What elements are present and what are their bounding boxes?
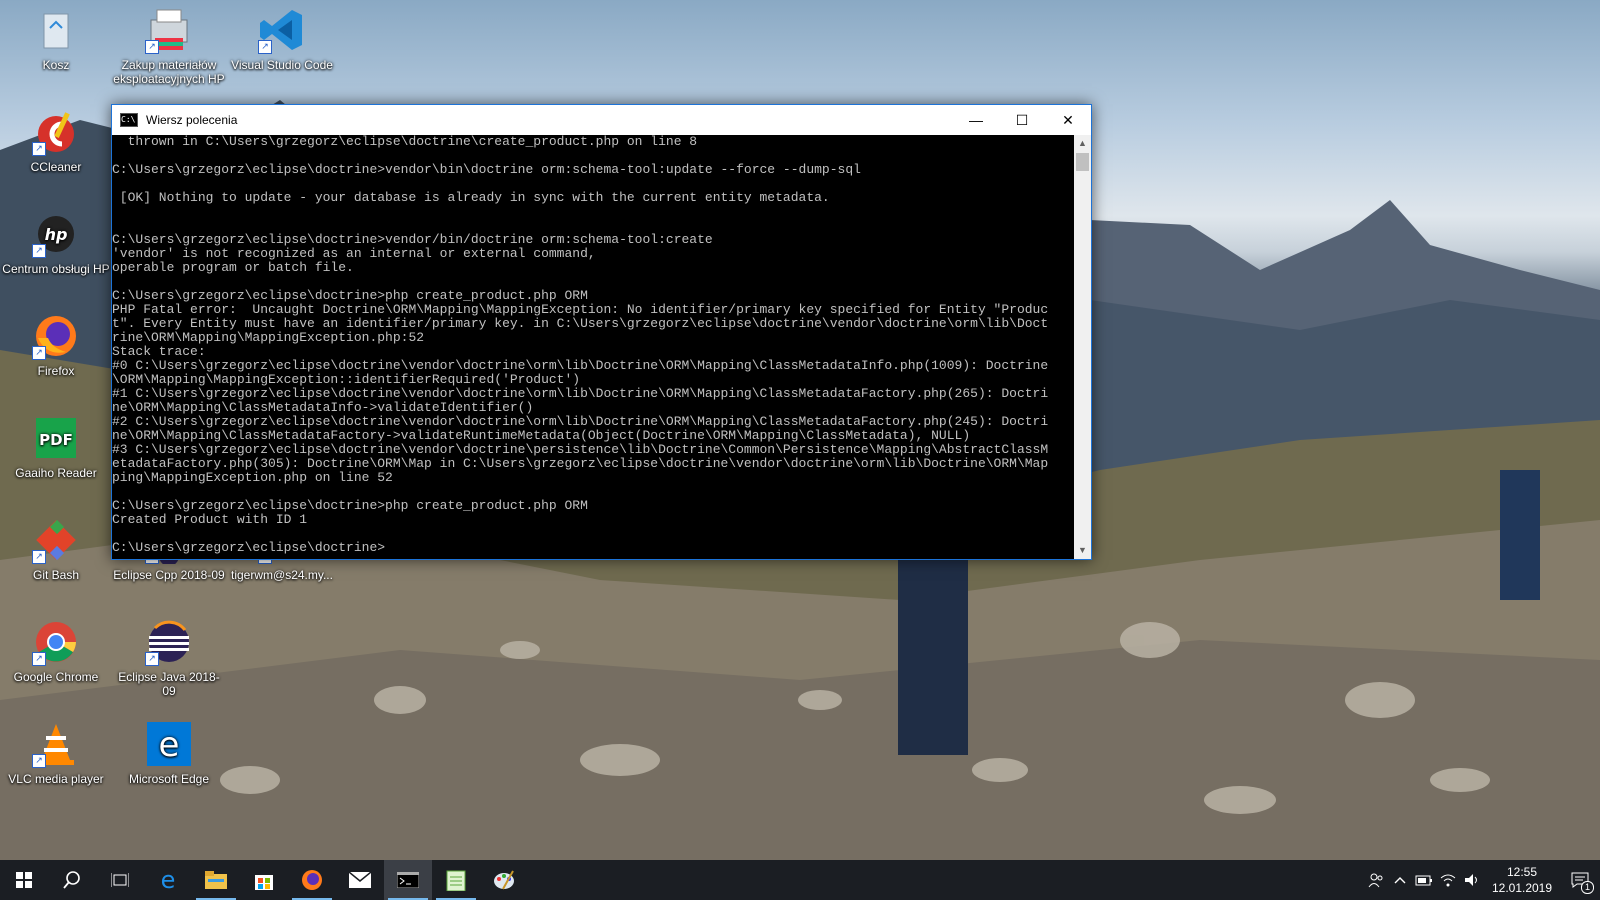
firefox-icon: ↗ [32, 312, 80, 360]
desktop-icon-label: VLC media player [8, 772, 104, 786]
wifi-icon[interactable] [1436, 860, 1460, 900]
eclipse-icon: ↗ [145, 618, 193, 666]
desktop-icon-hp-supplies[interactable]: ↗ Zakup materiałów eksploatacyjnych HP [113, 6, 225, 86]
clock-time: 12:55 [1506, 865, 1538, 879]
desktop-icon-label: Centrum obsługi HP [2, 262, 110, 276]
taskbar-firefox[interactable] [288, 860, 336, 900]
taskbar-notepad[interactable] [432, 860, 480, 900]
desktop-icon-label: Zakup materiałów eksploatacyjnych HP [113, 58, 225, 86]
desktop-icon-google-chrome[interactable]: ↗ Google Chrome [0, 618, 112, 684]
people-icon[interactable] [1364, 860, 1388, 900]
desktop-icon-vscode[interactable]: ↗ Visual Studio Code [226, 6, 338, 72]
paint-icon [494, 870, 514, 890]
window-title: Wiersz polecenia [146, 113, 238, 127]
shortcut-arrow-icon: ↗ [145, 40, 159, 54]
shortcut-arrow-icon: ↗ [32, 346, 46, 360]
taskbar-file-explorer[interactable] [192, 860, 240, 900]
system-tray: 12:55 12.01.2019 1 [1364, 860, 1600, 900]
desktop-icon-label: Microsoft Edge [128, 772, 210, 786]
taskbar: e 12:55 12.01.2019 1 [0, 860, 1600, 900]
vertical-scrollbar[interactable]: ▲ ▼ [1074, 135, 1091, 559]
hp-icon: hp ↗ [32, 210, 80, 258]
search-icon [63, 871, 80, 889]
edge-icon: e [145, 720, 193, 768]
desktop-icon-label: Git Bash [32, 568, 80, 582]
start-icon [16, 872, 32, 888]
git-bash-icon: ↗ [32, 516, 80, 564]
svg-text:PDF: PDF [39, 431, 73, 449]
start-button[interactable] [0, 860, 48, 900]
svg-text:e: e [159, 725, 180, 765]
desktop-icon-label: Kosz [42, 58, 70, 72]
taskbar-mail[interactable] [336, 860, 384, 900]
notepad-icon [446, 870, 466, 891]
desktop-icon-label: Visual Studio Code [231, 58, 333, 72]
shortcut-arrow-icon: ↗ [32, 550, 46, 564]
close-button[interactable]: ✕ [1045, 105, 1091, 135]
window-titlebar[interactable]: C:\ Wiersz polecenia — ☐ ✕ [112, 105, 1091, 135]
volume-icon[interactable] [1460, 860, 1484, 900]
svg-text:hp: hp [45, 225, 68, 244]
desktop-icon-label: tigerwm@s24.my... [231, 568, 333, 582]
desktop-icon-edge[interactable]: e Microsoft Edge [113, 720, 225, 786]
ccleaner-icon: ↗ [32, 108, 80, 156]
shortcut-arrow-icon: ↗ [32, 142, 46, 156]
desktop-icon-label: Gaaiho Reader [15, 466, 97, 480]
maximize-button[interactable]: ☐ [999, 105, 1045, 135]
store-icon [255, 875, 273, 890]
desktop-icon-eclipse-java[interactable]: ↗ Eclipse Java 2018-09 [113, 618, 225, 698]
mail-icon [349, 872, 371, 888]
shortcut-arrow-icon: ↗ [32, 754, 46, 768]
edge-icon: e [161, 869, 176, 891]
console-output[interactable]: thrown in C:\Users\grzegorz\eclipse\doct… [112, 135, 1073, 559]
console-text: thrown in C:\Users\grzegorz\eclipse\doct… [112, 135, 1049, 555]
shortcut-arrow-icon: ↗ [145, 652, 159, 666]
minimize-button[interactable]: — [953, 105, 999, 135]
shortcut-arrow-icon: ↗ [258, 40, 272, 54]
taskbar-store[interactable] [240, 860, 288, 900]
desktop-icon-gaaiho-reader[interactable]: PDF Gaaiho Reader [0, 414, 112, 480]
notification-count-badge: 1 [1581, 881, 1594, 894]
scroll-up-icon[interactable]: ▲ [1074, 135, 1091, 152]
clock[interactable]: 12:55 12.01.2019 [1484, 864, 1560, 896]
firefox-icon [302, 870, 322, 890]
search-button[interactable] [48, 860, 96, 900]
command-prompt-window[interactable]: C:\ Wiersz polecenia — ☐ ✕ thrown in C:\… [111, 104, 1092, 560]
chrome-icon: ↗ [32, 618, 80, 666]
scroll-down-icon[interactable]: ▼ [1074, 542, 1091, 559]
file-explorer-icon [205, 871, 227, 889]
task-view-button[interactable] [96, 860, 144, 900]
desktop-icon-recycle-bin[interactable]: Kosz [0, 6, 112, 72]
pdf-icon: PDF [32, 414, 80, 462]
scrollbar-thumb[interactable] [1076, 153, 1089, 171]
desktop-icon-firefox[interactable]: ↗ Firefox [0, 312, 112, 378]
recycle-bin-icon [32, 6, 80, 54]
desktop-icon-git-bash[interactable]: ↗ Git Bash [0, 516, 112, 582]
svg-text:e: e [161, 869, 176, 891]
desktop-icon-label: Google Chrome [13, 670, 99, 684]
shortcut-arrow-icon: ↗ [32, 244, 46, 258]
taskbar-paint[interactable] [480, 860, 528, 900]
taskbar-command-prompt[interactable] [384, 860, 432, 900]
shortcut-arrow-icon: ↗ [32, 652, 46, 666]
desktop-icon-vlc[interactable]: ↗ VLC media player [0, 720, 112, 786]
desktop-icon-label: Firefox [37, 364, 75, 378]
printer-icon: ↗ [145, 6, 193, 54]
desktop-icon-label: Eclipse Cpp 2018-09 [113, 568, 225, 582]
task-view-icon [111, 873, 129, 887]
command-prompt-icon [397, 872, 419, 888]
show-hidden-icons-icon[interactable] [1388, 860, 1412, 900]
vlc-icon: ↗ [32, 720, 80, 768]
command-prompt-icon: C:\ [120, 113, 138, 127]
taskbar-edge[interactable]: e [144, 860, 192, 900]
desktop-icon-hp-support[interactable]: hp ↗ Centrum obsługi HP [0, 210, 112, 276]
clock-date: 12.01.2019 [1491, 881, 1553, 895]
desktop-icon-label: CCleaner [30, 160, 82, 174]
desktop-icon-ccleaner[interactable]: ↗ CCleaner [0, 108, 112, 174]
action-center-icon[interactable]: 1 [1560, 860, 1600, 900]
vscode-icon: ↗ [258, 6, 306, 54]
desktop-icon-label: Eclipse Java 2018-09 [118, 670, 220, 698]
battery-icon[interactable] [1412, 860, 1436, 900]
